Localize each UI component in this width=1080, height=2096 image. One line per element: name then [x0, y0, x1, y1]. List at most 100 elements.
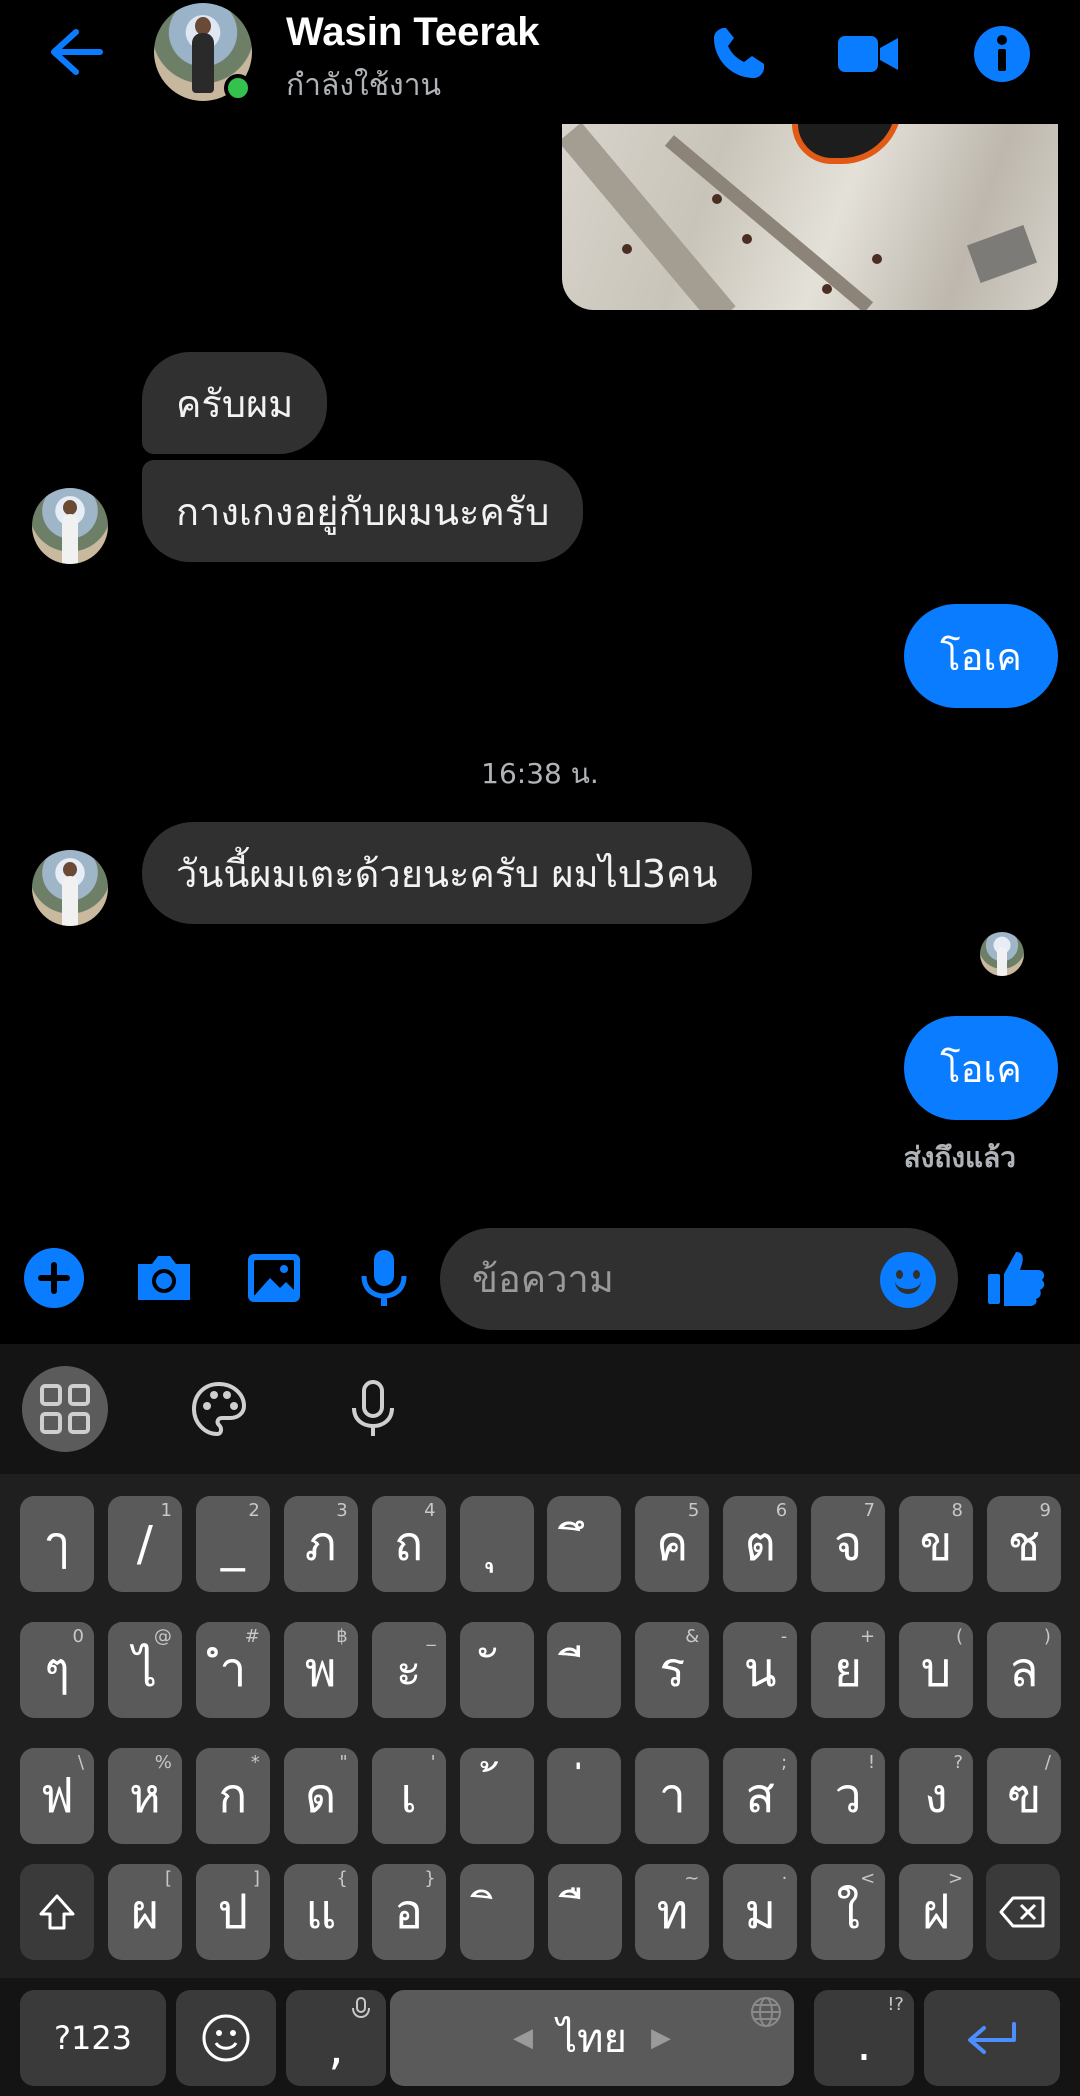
key-3-11[interactable]: ง? [899, 1748, 973, 1844]
key-2-7[interactable]: ี [547, 1622, 622, 1718]
key-3-2[interactable]: ห% [107, 1748, 182, 1844]
key-hint: ( [955, 1626, 963, 1647]
key-1-8[interactable]: ค5 [635, 1496, 710, 1592]
key-4-1[interactable]: ผ[ [108, 1864, 182, 1960]
key-2-11[interactable]: บ( [899, 1622, 973, 1718]
key-1-9[interactable]: ต6 [723, 1496, 798, 1592]
thumbs-up-icon[interactable] [984, 1246, 1048, 1310]
outgoing-message[interactable]: โอเค [904, 1016, 1058, 1120]
key-4-4[interactable]: อ} [371, 1864, 446, 1960]
key-2-6[interactable]: ั [459, 1622, 534, 1718]
photo-attachment[interactable] [562, 124, 1058, 310]
key-hint: 3 [336, 1500, 348, 1521]
key-label: ส [745, 1768, 775, 1824]
phone-call-icon[interactable] [706, 22, 770, 86]
gallery-icon[interactable] [242, 1246, 306, 1310]
key-label: ฃ [1006, 1768, 1041, 1824]
key-1-7[interactable]: ึ [547, 1496, 622, 1592]
key-1-5[interactable]: ถ4 [371, 1496, 446, 1592]
theme-palette-icon[interactable] [176, 1366, 262, 1452]
key-2-4[interactable]: พ฿ [283, 1622, 358, 1718]
sender-avatar[interactable] [32, 488, 108, 564]
key-hint: _ [426, 1626, 436, 1647]
voice-input-icon[interactable] [330, 1366, 416, 1452]
key-hint: 8 [951, 1500, 963, 1521]
period-key[interactable]: . !? [814, 1990, 914, 2086]
key-3-12[interactable]: ฃ / [986, 1748, 1061, 1844]
key-2-2[interactable]: ไ @ [107, 1622, 182, 1718]
message-list[interactable]: ครับผม กางเกงอยู่กับผมนะครับ โอเค 16:38 … [0, 112, 1080, 1212]
key-1-1[interactable]: ๅ [20, 1496, 94, 1592]
key-1-11[interactable]: ข8 [899, 1496, 973, 1592]
incoming-message[interactable]: ครับผม [142, 352, 328, 454]
space-bar[interactable]: ◀ ไทย ▶ [390, 1990, 794, 2086]
key-label: อ [394, 1884, 424, 1940]
key-hint: 6 [775, 1500, 788, 1521]
key-1-12[interactable]: ช9 [986, 1496, 1061, 1592]
key-1-4[interactable]: ภ3 [283, 1496, 358, 1592]
key-4-5[interactable]: ิ [459, 1864, 534, 1960]
emoji-key[interactable] [176, 1990, 276, 2086]
shift-key[interactable] [20, 1864, 94, 1960]
key-4-6[interactable]: ื [547, 1864, 622, 1960]
key-4-7[interactable]: ท ~ [635, 1864, 710, 1960]
key-4-9[interactable]: ใ < [811, 1864, 886, 1960]
key-hint: * [250, 1752, 260, 1773]
key-3-5[interactable]: เ ' [371, 1748, 446, 1844]
key-hint: [ [164, 1868, 172, 1889]
key-2-3[interactable]: ำ # [195, 1622, 270, 1718]
key-label: ง [924, 1768, 948, 1824]
key-2-12[interactable]: ล) [986, 1622, 1061, 1718]
key-3-10[interactable]: ว! [811, 1748, 886, 1844]
backspace-key[interactable] [986, 1864, 1060, 1960]
key-1-10[interactable]: จ7 [811, 1496, 886, 1592]
plus-icon[interactable] [22, 1246, 86, 1310]
microphone-icon[interactable] [352, 1246, 416, 1310]
back-arrow-icon[interactable] [46, 26, 106, 78]
key-label: ฝ [922, 1884, 951, 1940]
contact-name[interactable]: Wasin Teerak [286, 10, 539, 55]
key-2-8[interactable]: ร & [635, 1622, 710, 1718]
key-2-9[interactable]: น- [723, 1622, 798, 1718]
message-input[interactable]: ข้อความ [440, 1228, 958, 1330]
key-3-6[interactable]: ้ [459, 1748, 534, 1844]
key-3-4[interactable]: ด " [283, 1748, 358, 1844]
key-1-6[interactable]: ุ [459, 1496, 534, 1592]
key-3-7[interactable]: ่ [547, 1748, 622, 1844]
key-hint: 2 [248, 1500, 260, 1521]
key-2-10[interactable]: ย + [811, 1622, 886, 1718]
video-call-icon[interactable] [836, 22, 900, 86]
key-3-8[interactable]: า [635, 1748, 710, 1844]
key-4-3[interactable]: แ{ [283, 1864, 358, 1960]
key-4-10[interactable]: ฝ > [899, 1864, 974, 1960]
key-4-2[interactable]: ป] [195, 1864, 270, 1960]
comma-key[interactable]: , [286, 1990, 386, 2086]
key-1-3[interactable]: _ 2 [195, 1496, 270, 1592]
key-label: ข [919, 1516, 953, 1572]
mic-hint-icon [352, 1997, 370, 2019]
sender-avatar[interactable] [32, 850, 108, 926]
apps-grid-icon[interactable] [22, 1366, 108, 1452]
key-hint: - [780, 1626, 788, 1647]
key-label: เ [400, 1768, 417, 1824]
key-2-1[interactable]: ๆ0 [20, 1622, 94, 1718]
key-2-5[interactable]: ะ _ [371, 1622, 446, 1718]
emoji-icon[interactable] [880, 1252, 936, 1308]
key-hint: { [336, 1868, 348, 1889]
incoming-message[interactable]: วันนี้ผมเตะด้วยนะครับ ผมไป3คน [142, 822, 752, 924]
key-4-8[interactable]: ม · [723, 1864, 798, 1960]
camera-icon[interactable] [132, 1246, 196, 1310]
key-hint: + [860, 1626, 876, 1647]
enter-key[interactable] [924, 1990, 1060, 2086]
key-label: / [136, 1516, 153, 1572]
key-3-9[interactable]: ส; [723, 1748, 798, 1844]
key-hint: } [424, 1868, 436, 1889]
incoming-message[interactable]: กางเกงอยู่กับผมนะครับ [142, 460, 584, 562]
info-icon[interactable] [970, 22, 1034, 86]
outgoing-message[interactable]: โอเค [904, 604, 1058, 708]
key-3-3[interactable]: ก * [195, 1748, 270, 1844]
key-1-2[interactable]: /1 [107, 1496, 182, 1592]
key-3-1[interactable]: ฟ \ [20, 1748, 94, 1844]
key-hint: & [685, 1626, 700, 1647]
symbols-key[interactable]: ?123 [20, 1990, 166, 2086]
